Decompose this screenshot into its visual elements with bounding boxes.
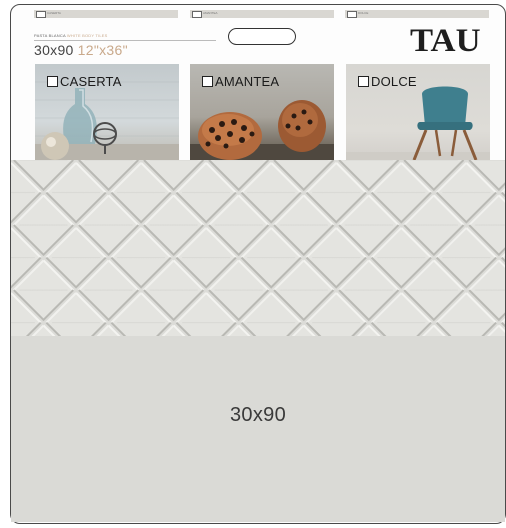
collection-checkbox[interactable]	[47, 76, 58, 87]
swatch-label: DOLCE	[358, 11, 369, 15]
collection-checkbox[interactable]	[358, 76, 369, 87]
brand-logo: TAU	[410, 23, 481, 59]
header-divider	[34, 40, 216, 41]
collection-name: DOLCE	[371, 74, 417, 89]
sample-size-label: 30x90	[230, 404, 286, 426]
swatch-bar-caserta: CASERTA	[34, 10, 178, 18]
swatch-label: AMANTEA	[203, 11, 218, 15]
swatch-bar-dolce: DOLCE	[345, 10, 489, 18]
collection-label-caserta[interactable]: CASERTA	[47, 74, 122, 89]
body-type-text: PASTA BLANCA WHITE BODY TILES	[34, 33, 108, 38]
body-type-en: WHITE BODY TILES	[66, 33, 108, 38]
collection-name: CASERTA	[60, 74, 122, 89]
diamond-relief-pattern	[11, 160, 505, 336]
collection-photo-caserta[interactable]: CASERTA	[35, 64, 179, 160]
hanger-slot	[228, 28, 296, 45]
relief-tile-texture	[11, 160, 505, 336]
swatch-bar-amantea: AMANTEA	[190, 10, 334, 18]
collection-label-amantea[interactable]: AMANTEA	[202, 74, 279, 89]
swatch-checkbox[interactable]	[347, 11, 357, 18]
swatch-label: CASERTA	[47, 11, 61, 15]
swatch-checkbox[interactable]	[36, 11, 46, 18]
collection-name: AMANTEA	[215, 74, 280, 89]
collection-checkbox[interactable]	[202, 76, 213, 87]
plain-tile-surface: 30x90	[11, 336, 505, 522]
size-line: 30x90 12"x36"	[34, 42, 128, 58]
collection-label-dolce[interactable]: DOLCE	[358, 74, 417, 89]
swatch-checkbox[interactable]	[192, 11, 202, 18]
size-metric: 30x90	[34, 42, 74, 58]
size-imperial: 12"x36"	[77, 42, 128, 58]
body-type-es: PASTA BLANCA	[34, 33, 66, 38]
collection-photo-amantea[interactable]: AMANTEA	[190, 64, 334, 160]
collection-photo-dolce[interactable]: DOLCE	[346, 64, 490, 160]
